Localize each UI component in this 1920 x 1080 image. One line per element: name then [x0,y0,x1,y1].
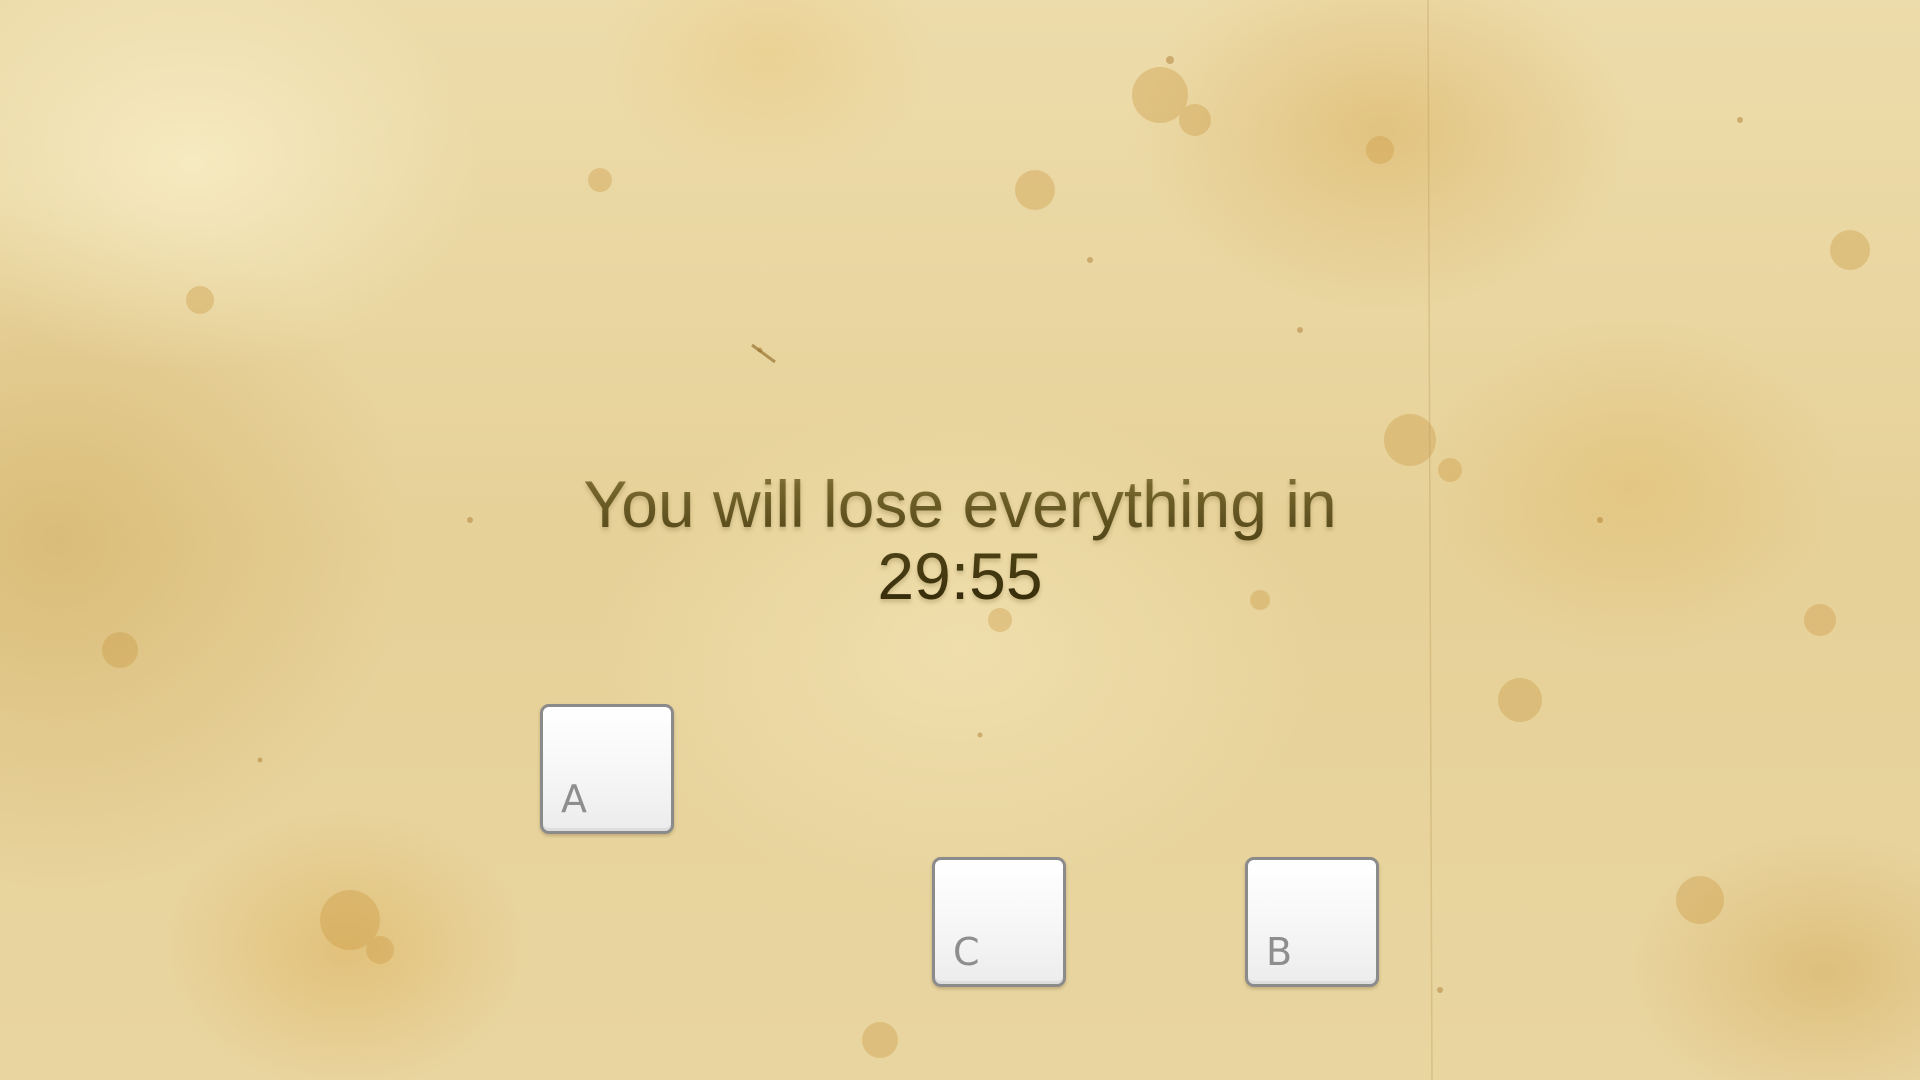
warning-text: You will lose everything in [583,467,1337,541]
key-c-button[interactable]: C [932,857,1066,987]
countdown-message: You will lose everything in 29:55 [440,468,1480,612]
key-c-label: C [953,930,980,974]
key-a-label: A [561,777,587,821]
key-b-button[interactable]: B [1245,857,1379,987]
key-a-button[interactable]: A [540,704,674,834]
countdown-timer: 29:55 [877,539,1043,613]
key-b-label: B [1266,930,1293,974]
